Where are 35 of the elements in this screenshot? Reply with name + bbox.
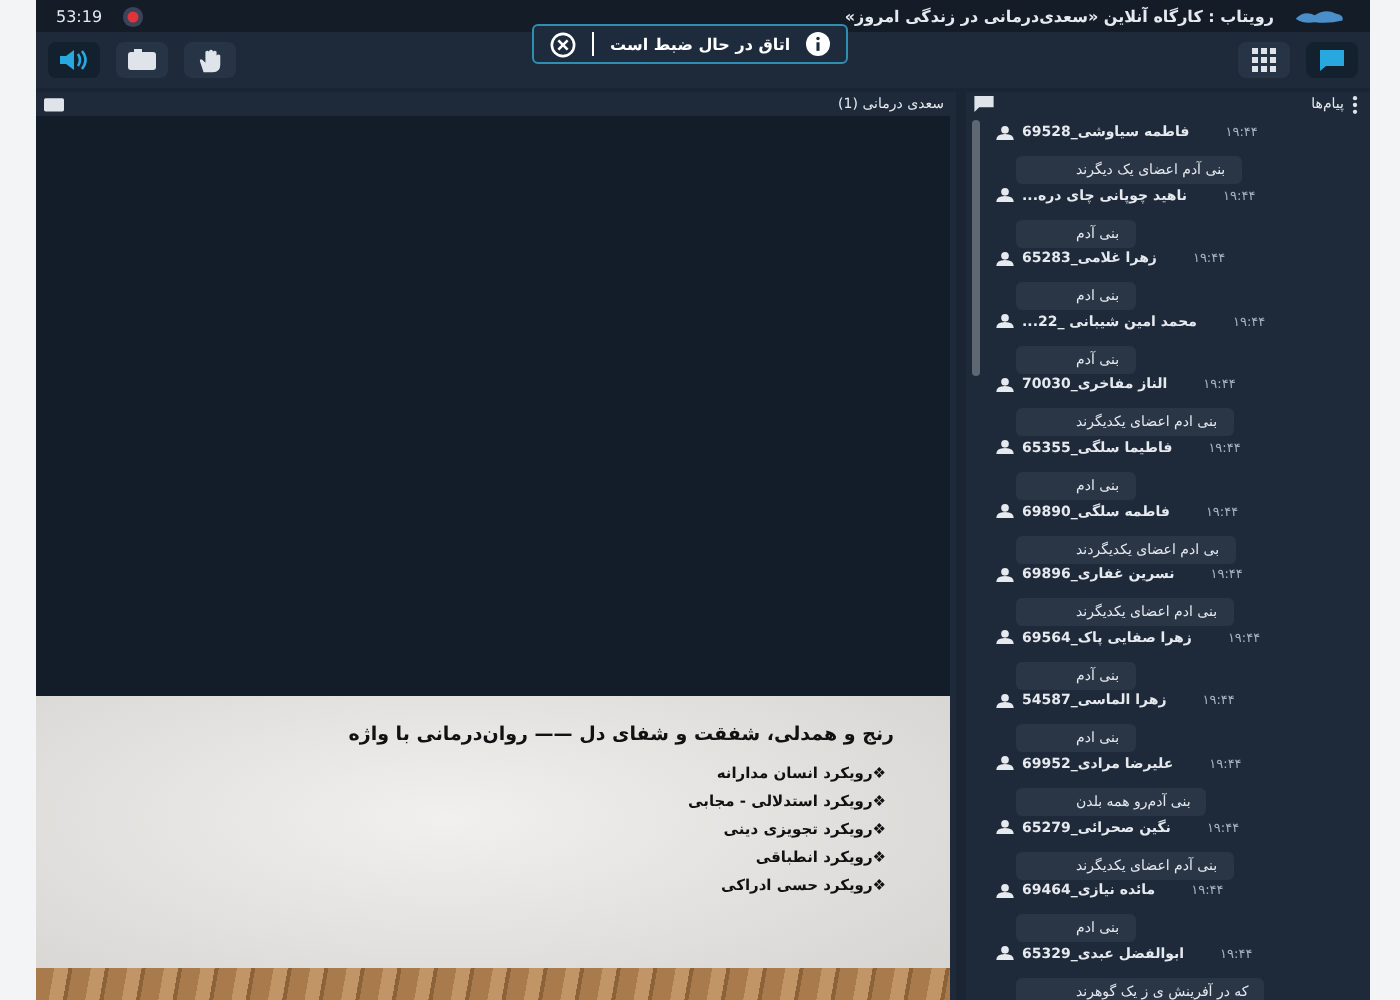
- user-icon: [996, 756, 1014, 771]
- info-icon: [806, 32, 831, 56]
- screen-icon: [126, 48, 158, 72]
- hand-icon: [195, 47, 225, 73]
- user-icon: [996, 314, 1014, 329]
- user-icon: [996, 883, 1014, 898]
- hand-button[interactable]: [184, 42, 236, 78]
- logo-icon: [1294, 7, 1346, 25]
- screen-button[interactable]: [116, 42, 168, 78]
- user-icon: [996, 820, 1014, 835]
- user-icon: [996, 567, 1014, 582]
- more-icon: [1352, 95, 1358, 113]
- slide-heading: رنج و همدلی، شفقت و شفای دل —— روان‌درمانی با واژه: [346, 724, 896, 746]
- user-icon: [996, 377, 1014, 392]
- speaker-button[interactable]: [48, 42, 100, 78]
- user-icon: [996, 125, 1014, 139]
- speaker-icon: [58, 48, 90, 72]
- grid-icon: [1252, 48, 1276, 72]
- user-icon: [996, 440, 1014, 455]
- screen-icon: [44, 96, 64, 112]
- user-icon: [996, 251, 1014, 266]
- chat-icon: [1318, 48, 1346, 72]
- user-icon: [996, 946, 1014, 961]
- close-button[interactable]: [550, 31, 576, 57]
- chat-icon: [974, 96, 994, 112]
- user-icon: [996, 188, 1014, 203]
- grid-button[interactable]: [1238, 42, 1290, 78]
- user-icon: [996, 504, 1014, 519]
- scrollbar[interactable]: [972, 120, 980, 376]
- window-title: رویتاب : کارگاه آنلاین «سعدی‌درمانی در زندگی امروز»: [844, 7, 1274, 25]
- chat-button[interactable]: [1306, 42, 1358, 78]
- user-icon: [996, 630, 1014, 645]
- timer: 53:19: [56, 7, 103, 25]
- user-icon: [996, 693, 1014, 708]
- notice-text: اتاق در حال ضبط است: [610, 35, 791, 53]
